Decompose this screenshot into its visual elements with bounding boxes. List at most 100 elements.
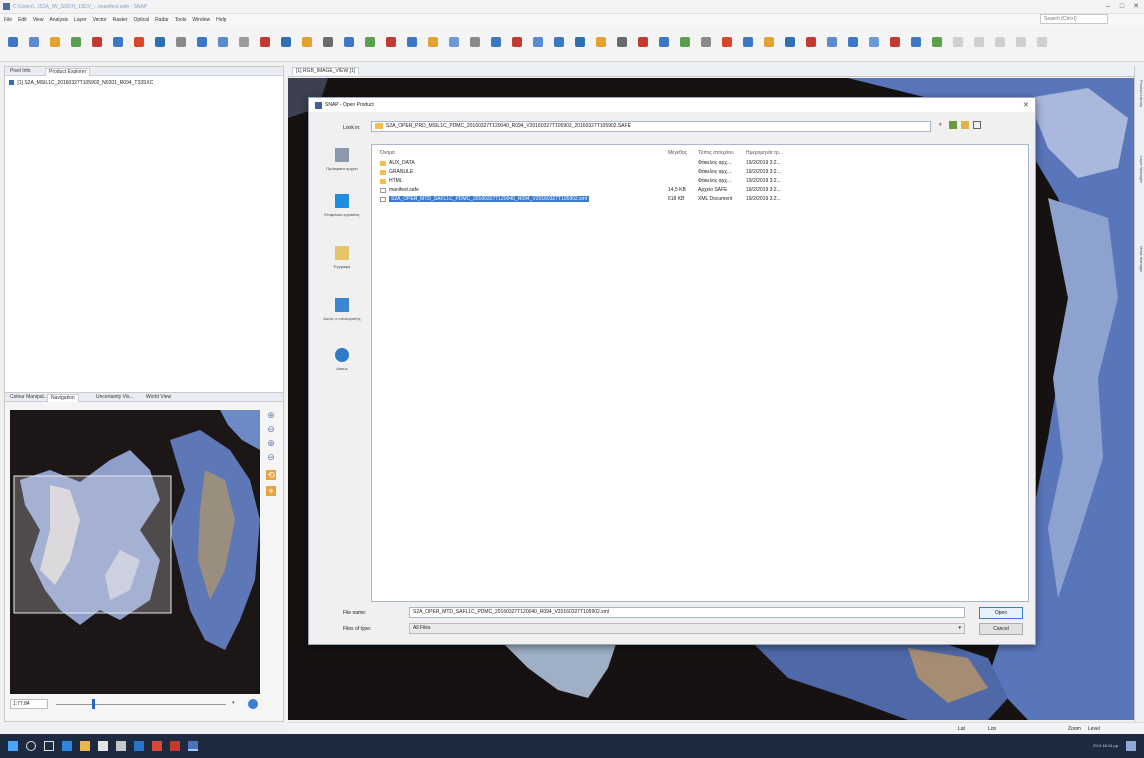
menu-item[interactable]: Edit [18, 17, 27, 23]
menu-item[interactable]: Radar [155, 17, 169, 23]
column-type[interactable]: Τύπος στοιχείου [698, 150, 734, 156]
menu-item[interactable]: Vector [93, 17, 107, 23]
task-view-icon[interactable] [44, 741, 54, 751]
column-name[interactable]: Όνομα [380, 150, 395, 156]
navigation-overview-image[interactable] [10, 410, 260, 694]
open-button[interactable]: Open [979, 607, 1023, 619]
place-desktop[interactable]: Επιφάνεια εργασίας [315, 194, 369, 217]
menu-item[interactable]: Optical [134, 17, 150, 23]
toolbar-tool-icon[interactable] [71, 37, 81, 47]
toolbar-tool-icon[interactable] [218, 37, 228, 47]
toolbar-tool-icon[interactable] [155, 37, 165, 47]
tab-navigation[interactable]: Navigation [47, 394, 79, 402]
pdf-icon[interactable] [170, 741, 180, 751]
toolbar-tool-icon[interactable] [512, 37, 522, 47]
tab-pixel-info[interactable]: Pixel Info [7, 68, 34, 76]
zoom-dropdown-icon[interactable]: ▾ [232, 700, 235, 706]
toolbar-tool-icon[interactable] [638, 37, 648, 47]
toolbar-tool-icon[interactable] [911, 37, 921, 47]
file-type-select[interactable]: All Files ▾ [409, 623, 965, 634]
dialog-close-icon[interactable]: ✕ [1023, 101, 1029, 109]
menu-item[interactable]: Tools [175, 17, 187, 23]
tab-mask-manager[interactable]: Mask Manager [1136, 246, 1144, 272]
toolbar-tool-icon[interactable] [176, 37, 186, 47]
toolbar-tool-icon[interactable] [701, 37, 711, 47]
tab-uncertainty[interactable]: Uncertainty Vis... [93, 394, 137, 402]
zoom-factor-field[interactable]: 1:77.84 [10, 699, 48, 709]
toolbar-tool-icon[interactable] [617, 37, 627, 47]
notifications-icon[interactable] [1126, 741, 1136, 751]
file-row[interactable]: HTML Φάκελος αρχ... 19/2/2019 3:2... [380, 178, 1020, 185]
toolbar-tool-icon[interactable] [92, 37, 102, 47]
word-icon[interactable] [134, 741, 144, 751]
toolbar-tool-icon[interactable] [848, 37, 858, 47]
view-menu-icon[interactable] [973, 121, 981, 129]
tab-world-view[interactable]: World View [143, 394, 174, 402]
zoom-in-icon[interactable]: ⊕ [266, 410, 276, 420]
tab-product-explorer[interactable]: Product Explorer [45, 68, 91, 76]
column-size[interactable]: Μέγεθος [668, 150, 687, 156]
toolbar-tool-icon[interactable] [386, 37, 396, 47]
toolbar-tool-icon[interactable] [869, 37, 879, 47]
toolbar-tool-icon[interactable] [953, 37, 963, 47]
file-row[interactable]: S2A_OPER_MTD_SAFL1C_PDMC_20160327T120040… [380, 196, 1020, 203]
toolbar-tool-icon[interactable] [449, 37, 459, 47]
toolbar-tool-icon[interactable] [407, 37, 417, 47]
file-name-input[interactable]: S2A_OPER_MTD_SAFL1C_PDMC_20160327T120040… [409, 607, 965, 618]
file-explorer-icon[interactable] [80, 741, 90, 751]
column-modified[interactable]: Ημερομηνία τρ... [746, 150, 783, 156]
toolbar-tool-icon[interactable] [1037, 37, 1047, 47]
new-folder-icon[interactable] [961, 121, 969, 129]
search-icon[interactable] [26, 741, 36, 751]
toolbar-tool-icon[interactable] [743, 37, 753, 47]
edge-icon[interactable] [62, 741, 72, 751]
toolbar-tool-icon[interactable] [365, 37, 375, 47]
toolbar-tool-icon[interactable] [134, 37, 144, 47]
maximize-button[interactable]: □ [1116, 3, 1128, 11]
toolbar-tool-icon[interactable] [239, 37, 249, 47]
zoom-actual-icon[interactable]: ⊕ [266, 438, 276, 448]
toolbar-tool-icon[interactable] [659, 37, 669, 47]
sync-cursor-icon[interactable]: ⌖ [266, 486, 276, 496]
mail-icon[interactable] [116, 741, 126, 751]
toolbar-tool-icon[interactable] [764, 37, 774, 47]
minimize-button[interactable]: – [1102, 3, 1114, 11]
toolbar-tool-icon[interactable] [8, 37, 18, 47]
tab-colour-manipulation[interactable]: Colour Manipul... [7, 394, 51, 402]
menu-item[interactable]: Window [192, 17, 210, 23]
toolbar-tool-icon[interactable] [323, 37, 333, 47]
toolbar-tool-icon[interactable] [722, 37, 732, 47]
toolbar-tool-icon[interactable] [470, 37, 480, 47]
up-folder-icon[interactable] [949, 121, 957, 129]
toolbar-tool-icon[interactable] [344, 37, 354, 47]
zoom-slider-track[interactable] [56, 704, 226, 705]
toolbar-tool-icon[interactable] [491, 37, 501, 47]
place-recent[interactable]: Πρόσφατα αρχεία [315, 148, 369, 171]
toolbar-tool-icon[interactable] [680, 37, 690, 47]
tab-image-view[interactable]: [1] RGB_IMAGE_VIEW [1] [292, 67, 360, 75]
toolbar-tool-icon[interactable] [428, 37, 438, 47]
toolbar-tool-icon[interactable] [932, 37, 942, 47]
menu-item[interactable]: Raster [113, 17, 128, 23]
toolbar-tool-icon[interactable] [806, 37, 816, 47]
toolbar-tool-icon[interactable] [596, 37, 606, 47]
toolbar-tool-icon[interactable] [113, 37, 123, 47]
toolbar-tool-icon[interactable] [995, 37, 1005, 47]
close-button[interactable]: ✕ [1130, 3, 1142, 11]
place-this-pc[interactable]: Αυτός ο υπολογιστής [315, 298, 369, 321]
toolbar-tool-icon[interactable] [260, 37, 270, 47]
file-row[interactable]: AUX_DATA Φάκελος αρχ... 19/2/2019 3:2... [380, 160, 1020, 167]
tab-layer-manager[interactable]: Layer Manager [1136, 156, 1144, 183]
search-input[interactable]: Search (Ctrl+I) [1040, 14, 1108, 24]
menu-item[interactable]: File [4, 17, 12, 23]
chrome-icon[interactable] [152, 741, 162, 751]
zoom-slider-thumb[interactable] [92, 699, 95, 709]
toolbar-tool-icon[interactable] [974, 37, 984, 47]
place-network[interactable]: Δίκτυο [315, 348, 369, 371]
sync-icon[interactable] [248, 699, 258, 709]
zoom-all-icon[interactable]: ⊖ [266, 452, 276, 462]
look-in-select[interactable]: S2A_OPER_PRD_MSIL1C_PDMC_20160327T120040… [371, 121, 931, 132]
toolbar-tool-icon[interactable] [554, 37, 564, 47]
menu-item[interactable]: Analysis [49, 17, 68, 23]
toolbar-tool-icon[interactable] [827, 37, 837, 47]
